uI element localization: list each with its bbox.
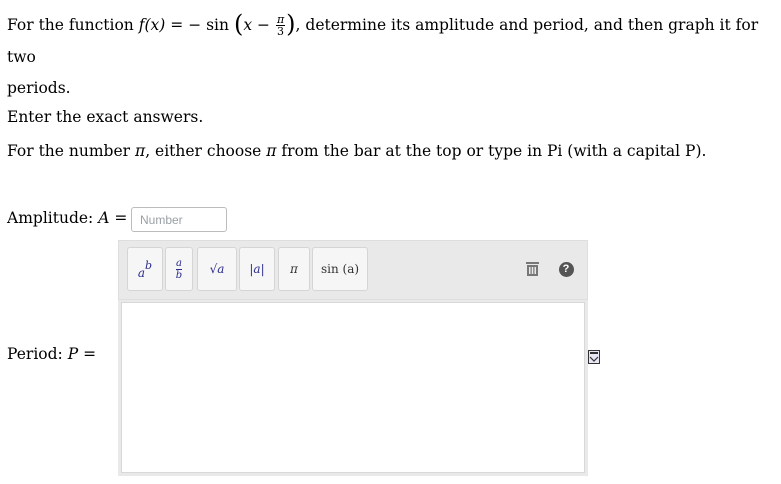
period-editor-frame <box>118 300 588 476</box>
amplitude-text: Amplitude: <box>7 209 94 227</box>
question-text: For the function f(x) = − sin (x − π 3), … <box>7 10 772 104</box>
math-toolbar: ab a b √a |a| π sin (a) ? <box>118 240 588 300</box>
fraction-btn-den: b <box>175 269 183 281</box>
period-eq: = <box>83 345 97 363</box>
help-icon: ? <box>558 261 574 277</box>
exact-instruction: Enter the exact answers. <box>7 108 204 126</box>
sin-button[interactable]: sin (a) <box>312 247 368 291</box>
pi-instruction: For the number π, either choose π from t… <box>7 142 706 160</box>
superscript-button[interactable]: ab <box>127 247 163 291</box>
period-input[interactable] <box>121 302 585 473</box>
pi-instruction-suffix: from the bar at the top or type in Pi (w… <box>281 142 707 160</box>
pi-instruction-prefix: For the number <box>7 142 131 160</box>
superscript-exp: b <box>145 258 153 272</box>
period-label: Period: P = <box>7 345 96 363</box>
help-button[interactable]: ? <box>551 247 581 291</box>
amplitude-input[interactable]: Number <box>131 207 227 232</box>
equals-sign: = <box>170 16 184 34</box>
abs-button[interactable]: |a| <box>239 247 275 291</box>
period-text: Period: <box>7 345 63 363</box>
function-arg: (x) <box>144 16 166 34</box>
keyboard-icon[interactable] <box>588 350 600 364</box>
question-suffix: periods. <box>7 78 71 97</box>
fraction-btn-num: a <box>175 257 183 270</box>
amplitude-eq: = <box>114 209 128 227</box>
pi-over-3-fraction: π3 <box>275 12 286 38</box>
pi-symbol-2: π <box>266 142 277 160</box>
minus-sign: − <box>257 16 270 34</box>
left-paren: ( <box>233 9 244 38</box>
trash-icon <box>525 262 539 276</box>
amplitude-var: A <box>98 209 110 227</box>
x-variable: x <box>243 16 253 34</box>
pi-symbol: π <box>135 142 146 160</box>
right-paren: ) <box>286 9 296 38</box>
fraction-numerator: π <box>275 12 286 26</box>
pi-instruction-mid: , either choose <box>145 142 262 160</box>
amplitude-label: Amplitude: A = <box>7 209 127 227</box>
neg-sin: − sin <box>188 16 229 34</box>
period-var: P <box>67 345 79 363</box>
fraction-button[interactable]: a b <box>165 247 193 291</box>
pi-button[interactable]: π <box>278 247 310 291</box>
fraction-denominator: 3 <box>277 24 285 38</box>
question-prefix: For the function <box>7 16 134 34</box>
superscript-base: a <box>137 266 146 280</box>
sqrt-button[interactable]: √a <box>197 247 237 291</box>
trash-button[interactable] <box>517 247 547 291</box>
